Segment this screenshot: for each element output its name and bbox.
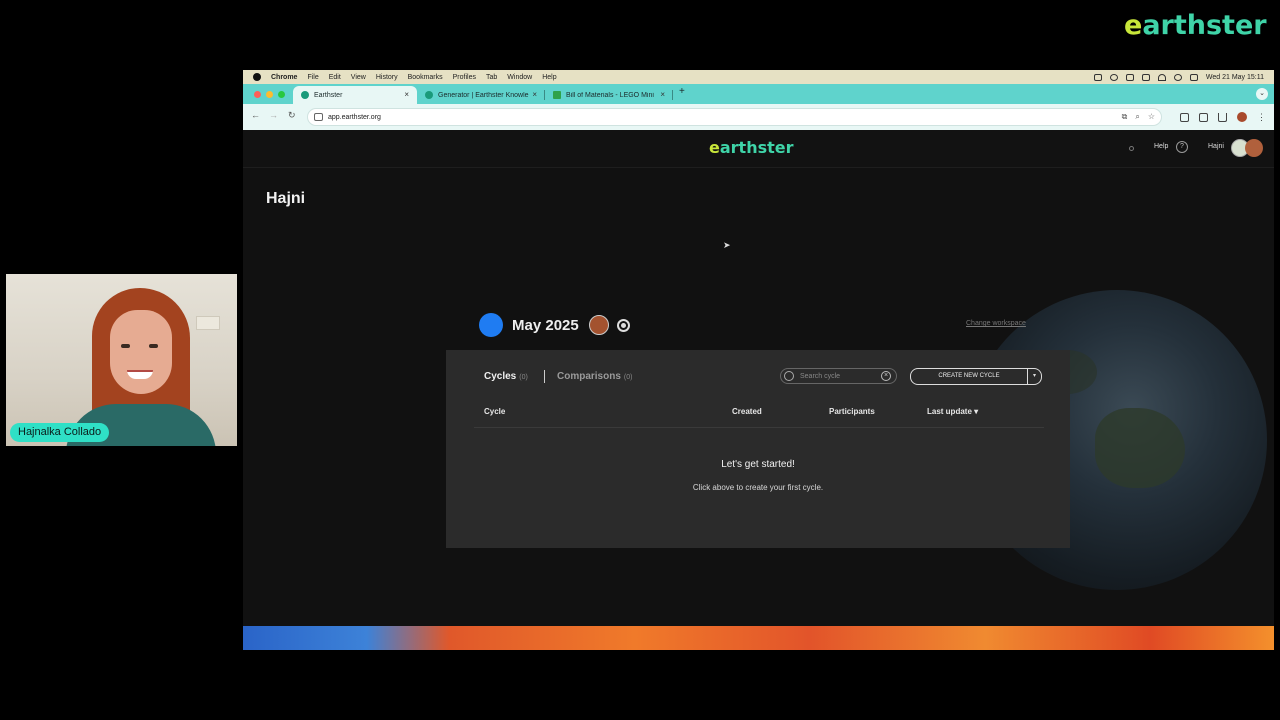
column-header-last-update[interactable]: Last update ▾ xyxy=(927,407,978,416)
forward-arrow-icon[interactable]: → xyxy=(269,110,278,120)
profile-avatar[interactable] xyxy=(1237,112,1247,122)
minimize-window-button[interactable] xyxy=(266,91,273,98)
workspace-member-avatar[interactable] xyxy=(588,315,609,335)
tab-cycles[interactable]: Cycles (0) xyxy=(484,371,528,382)
menu-help[interactable]: Help xyxy=(542,74,556,81)
tab-search-chevron-icon[interactable]: ⌄ xyxy=(1256,88,1268,100)
moon-icon[interactable] xyxy=(1109,73,1118,81)
battery-icon[interactable] xyxy=(1141,73,1150,81)
focus-icon[interactable] xyxy=(1093,73,1102,81)
earthster-brand-logo: earthster xyxy=(1124,10,1267,41)
empty-state-subtitle: Click above to create your first cycle. xyxy=(692,483,824,492)
close-window-button[interactable] xyxy=(254,91,261,98)
tab-title: Generator | Earthster Knowle xyxy=(438,91,529,99)
browser-window: Chrome File Edit View History Bookmarks … xyxy=(243,70,1274,650)
menubar-clock[interactable]: Wed 21 May 15:11 xyxy=(1206,74,1264,81)
help-icon[interactable]: ? xyxy=(1176,141,1188,153)
mouse-cursor-icon: ➤ xyxy=(723,240,731,250)
puzzle-extensions-icon[interactable] xyxy=(1199,112,1208,122)
workspace-name: May 2025 xyxy=(512,316,579,334)
site-info-icon[interactable] xyxy=(314,113,323,121)
back-arrow-icon[interactable]: ← xyxy=(251,110,260,120)
create-options-chevron-icon[interactable]: ▾ xyxy=(1028,368,1042,385)
user-name[interactable]: Hajni xyxy=(1208,143,1224,150)
search-cycle-input[interactable]: Search cycle × xyxy=(780,368,897,384)
sheets-favicon-icon xyxy=(553,91,561,99)
tab-divider xyxy=(544,370,545,383)
workspace-row: May 2025 xyxy=(479,313,630,337)
workspace-color-dot xyxy=(479,313,503,337)
table-header-divider xyxy=(474,427,1044,428)
column-header-participants[interactable]: Participants xyxy=(829,407,875,416)
apple-icon[interactable] xyxy=(253,73,261,81)
page-title: Hajni xyxy=(266,190,306,207)
address-bar[interactable]: app.earthster.org ⧉ ⌕ ☆ xyxy=(307,108,1162,126)
menu-edit[interactable]: Edit xyxy=(329,74,341,81)
user-avatar[interactable] xyxy=(1245,139,1263,157)
reload-icon[interactable]: ↻ xyxy=(288,110,296,121)
create-new-cycle-button[interactable]: CREATE NEW CYCLE xyxy=(910,368,1028,385)
earthster-favicon-icon xyxy=(425,91,433,99)
omnibox-actions: ⧉ ⌕ ☆ xyxy=(1122,112,1155,122)
app-logo[interactable]: earthster xyxy=(709,138,794,157)
menu-window[interactable]: Window xyxy=(507,74,532,81)
menu-profiles[interactable]: Profiles xyxy=(453,74,476,81)
close-tab-icon[interactable]: × xyxy=(404,90,409,99)
bookmark-star-icon[interactable]: ☆ xyxy=(1148,112,1155,122)
menu-file[interactable]: File xyxy=(307,74,318,81)
desktop-wallpaper xyxy=(243,626,1274,650)
background-object xyxy=(196,316,220,330)
control-center-icon[interactable] xyxy=(1189,73,1198,81)
participant-name-badge: Hajnalka Collado xyxy=(10,423,110,442)
menu-chrome[interactable]: Chrome xyxy=(271,74,297,81)
download-icon[interactable] xyxy=(1218,112,1227,122)
menu-bookmarks[interactable]: Bookmarks xyxy=(408,74,443,81)
menu-history[interactable]: History xyxy=(376,74,398,81)
help-link[interactable]: Help xyxy=(1154,143,1168,150)
cast-icon[interactable]: ⧉ xyxy=(1122,112,1128,122)
extension-icon[interactable] xyxy=(1180,112,1189,122)
menu-tab[interactable]: Tab xyxy=(486,74,497,81)
wifi-icon[interactable] xyxy=(1157,73,1166,81)
search-icon[interactable] xyxy=(1173,73,1182,81)
earthster-favicon-icon xyxy=(301,91,309,99)
keyboard-icon[interactable] xyxy=(1125,73,1134,81)
menu-view[interactable]: View xyxy=(351,74,366,81)
tab-earthster[interactable]: Earthster × xyxy=(293,86,417,104)
tab-title: Earthster xyxy=(314,91,343,99)
column-header-created[interactable]: Created xyxy=(732,407,762,416)
zoom-window-button[interactable] xyxy=(278,91,285,98)
more-menu-icon[interactable]: ⋮ xyxy=(1257,112,1266,122)
app-header: earthster Help ? Hajni xyxy=(243,130,1274,168)
web-app: earthster Help ? Hajni Hajni ➤ May 2025 xyxy=(243,130,1274,626)
workspace-settings-icon[interactable] xyxy=(616,318,630,332)
extensions-bar: ⋮ xyxy=(1180,112,1266,122)
close-tab-icon[interactable]: × xyxy=(660,90,665,99)
empty-state-title: Let's get started! xyxy=(721,459,795,470)
clear-search-icon[interactable]: × xyxy=(881,371,891,381)
tab-bill-of-materials[interactable]: Bill of Materials - LEGO Mini × xyxy=(545,86,673,104)
tab-comparisons[interactable]: Comparisons (0) xyxy=(557,371,632,382)
column-header-cycle[interactable]: Cycle xyxy=(484,407,505,416)
zoom-icon[interactable]: ⌕ xyxy=(1135,112,1139,122)
new-tab-button[interactable]: + xyxy=(679,86,685,97)
tab-title: Bill of Materials - LEGO Mini xyxy=(566,91,654,99)
menubar-status-area: Wed 21 May 15:11 xyxy=(1093,70,1264,84)
search-icon xyxy=(784,371,794,381)
tab-strip: Earthster × Generator | Earthster Knowle… xyxy=(243,84,1274,104)
webcam-video xyxy=(6,274,237,446)
screen: earthster Hajnalka Collado Chrome File E… xyxy=(0,0,1280,720)
search-placeholder: Search cycle xyxy=(800,372,841,380)
browser-toolbar: ← → ↻ app.earthster.org ⧉ ⌕ ☆ ⋮ xyxy=(243,104,1274,130)
mac-menubar: Chrome File Edit View History Bookmarks … xyxy=(243,70,1274,84)
close-tab-icon[interactable]: × xyxy=(532,90,537,99)
cycles-panel: Cycles (0) Comparisons (0) Search cycle × … xyxy=(446,350,1070,548)
address-url[interactable]: app.earthster.org xyxy=(328,114,381,121)
change-workspace-link[interactable]: Change workspace xyxy=(966,320,1026,327)
notification-icon[interactable] xyxy=(1129,146,1134,151)
tab-generator[interactable]: Generator | Earthster Knowle × xyxy=(417,86,545,104)
